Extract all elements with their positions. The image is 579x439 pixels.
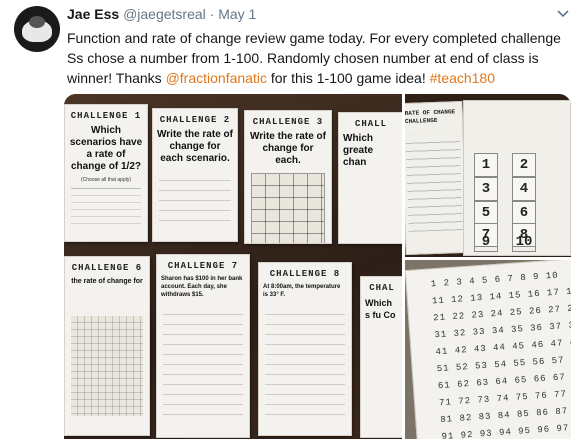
mention-link[interactable]: @fractionfanatic [166, 70, 267, 86]
author-handle[interactable]: @jaegetsreal [123, 6, 206, 22]
card-question: the rate of change for [71, 278, 143, 285]
challenge-card-4: CHALL Which greate chan [338, 112, 402, 244]
card-title: CHALLENGE 8 [269, 269, 341, 279]
number-cell: 1 [474, 153, 498, 177]
card-text-lines [71, 188, 141, 229]
numbers-sheet: 1 2 3 4 5 6 7 8 9 10 [463, 100, 571, 256]
card-question: Write the rate of change for each. [250, 131, 326, 166]
card-title: CHALLENGE 6 [71, 263, 143, 273]
card-title: CHALL [354, 119, 387, 129]
challenge-card-2: CHALLENGE 2 Write the rate of change for… [152, 108, 238, 242]
card-question: Which scenarios have a rate of change of… [69, 125, 143, 172]
tweet-text: Function and rate of change review game … [67, 28, 569, 88]
card-note: (Choose all that apply) [80, 177, 132, 183]
number-cell: 5 [474, 201, 498, 225]
challenge-card-3: CHALLENGE 3 Write the rate of change for… [244, 110, 332, 244]
photo-challenge-cards[interactable]: CHALLENGE 1 Which scenarios have a rate … [64, 94, 402, 439]
number-cell: 9 [474, 233, 498, 252]
number-cell: 4 [512, 177, 536, 201]
card-question: Which greate chan [343, 133, 374, 168]
card-graphs [71, 316, 143, 416]
avatar-head [29, 16, 45, 28]
challenge-card-7: CHALLENGE 7 Sharon has $100 in her bank … [156, 254, 250, 438]
author-name[interactable]: Jae Ess [67, 6, 119, 22]
separator-dot: · [209, 6, 215, 22]
card-text-lines [265, 305, 345, 415]
answer-sheet: RATE OF CHANGE CHALLENGE [405, 100, 468, 256]
card-title: CHALLENGE 2 [159, 115, 231, 125]
number-cell: 6 [512, 201, 536, 225]
hundred-chart-sheet: 1 2 3 4 5 6 7 8 9 10 11 12 13 14 15 16 1… [405, 260, 571, 439]
card-question: Which s fu Co [365, 298, 396, 320]
chart-row: 1 2 3 4 5 6 7 8 9 10 [430, 270, 559, 290]
number-cell: 10 [512, 233, 536, 252]
challenge-card-6: CHALLENGE 6 the rate of change for [64, 256, 150, 436]
card-title: CHAL [369, 283, 395, 293]
card-question: Write the rate of change for each scenar… [157, 129, 233, 164]
photo-hundred-chart[interactable]: 1 2 3 4 5 6 7 8 9 10 11 12 13 14 15 16 1… [405, 260, 571, 439]
photo-challenge-sheet[interactable]: RATE OF CHANGE CHALLENGE 1 2 3 4 5 6 7 8… [405, 94, 571, 257]
tweet-header: Jae Ess @jaegetsreal · May 1 [67, 6, 256, 22]
card-question: Sharon has $100 in her bank account. Eac… [161, 276, 243, 298]
card-title: CHALLENGE 7 [167, 261, 239, 271]
tweet: Jae Ess @jaegetsreal · May 1 Function an… [0, 0, 579, 439]
sheet-title: RATE OF CHANGE CHALLENGE [405, 108, 456, 125]
tweet-date[interactable]: May 1 [218, 6, 256, 22]
challenge-card-9: CHAL Which s fu Co [360, 276, 402, 438]
card-tables [251, 173, 325, 243]
hundred-chart: 1 2 3 4 5 6 7 8 9 10 11 12 13 14 15 16 1… [431, 270, 571, 439]
number-cell: 2 [512, 153, 536, 177]
card-question: At 8:00am, the temperature is 33° F. [263, 284, 341, 298]
sheet-lines [405, 134, 463, 232]
tweet-text-part2: for this 1-100 game idea! [266, 70, 430, 86]
card-title: CHALLENGE 3 [252, 117, 324, 127]
avatar[interactable] [14, 6, 60, 52]
challenge-card-1: CHALLENGE 1 Which scenarios have a rate … [64, 104, 148, 242]
card-title: CHALLENGE 1 [70, 111, 142, 121]
card-text-lines [163, 305, 243, 415]
card-text-lines [159, 171, 231, 229]
number-cell: 3 [474, 177, 498, 201]
media-grid: CHALLENGE 1 Which scenarios have a rate … [64, 94, 571, 439]
hashtag-link[interactable]: #teach180 [430, 70, 495, 86]
challenge-card-8: CHALLENGE 8 At 8:00am, the temperature i… [258, 262, 352, 436]
chevron-down-icon[interactable] [557, 9, 569, 19]
